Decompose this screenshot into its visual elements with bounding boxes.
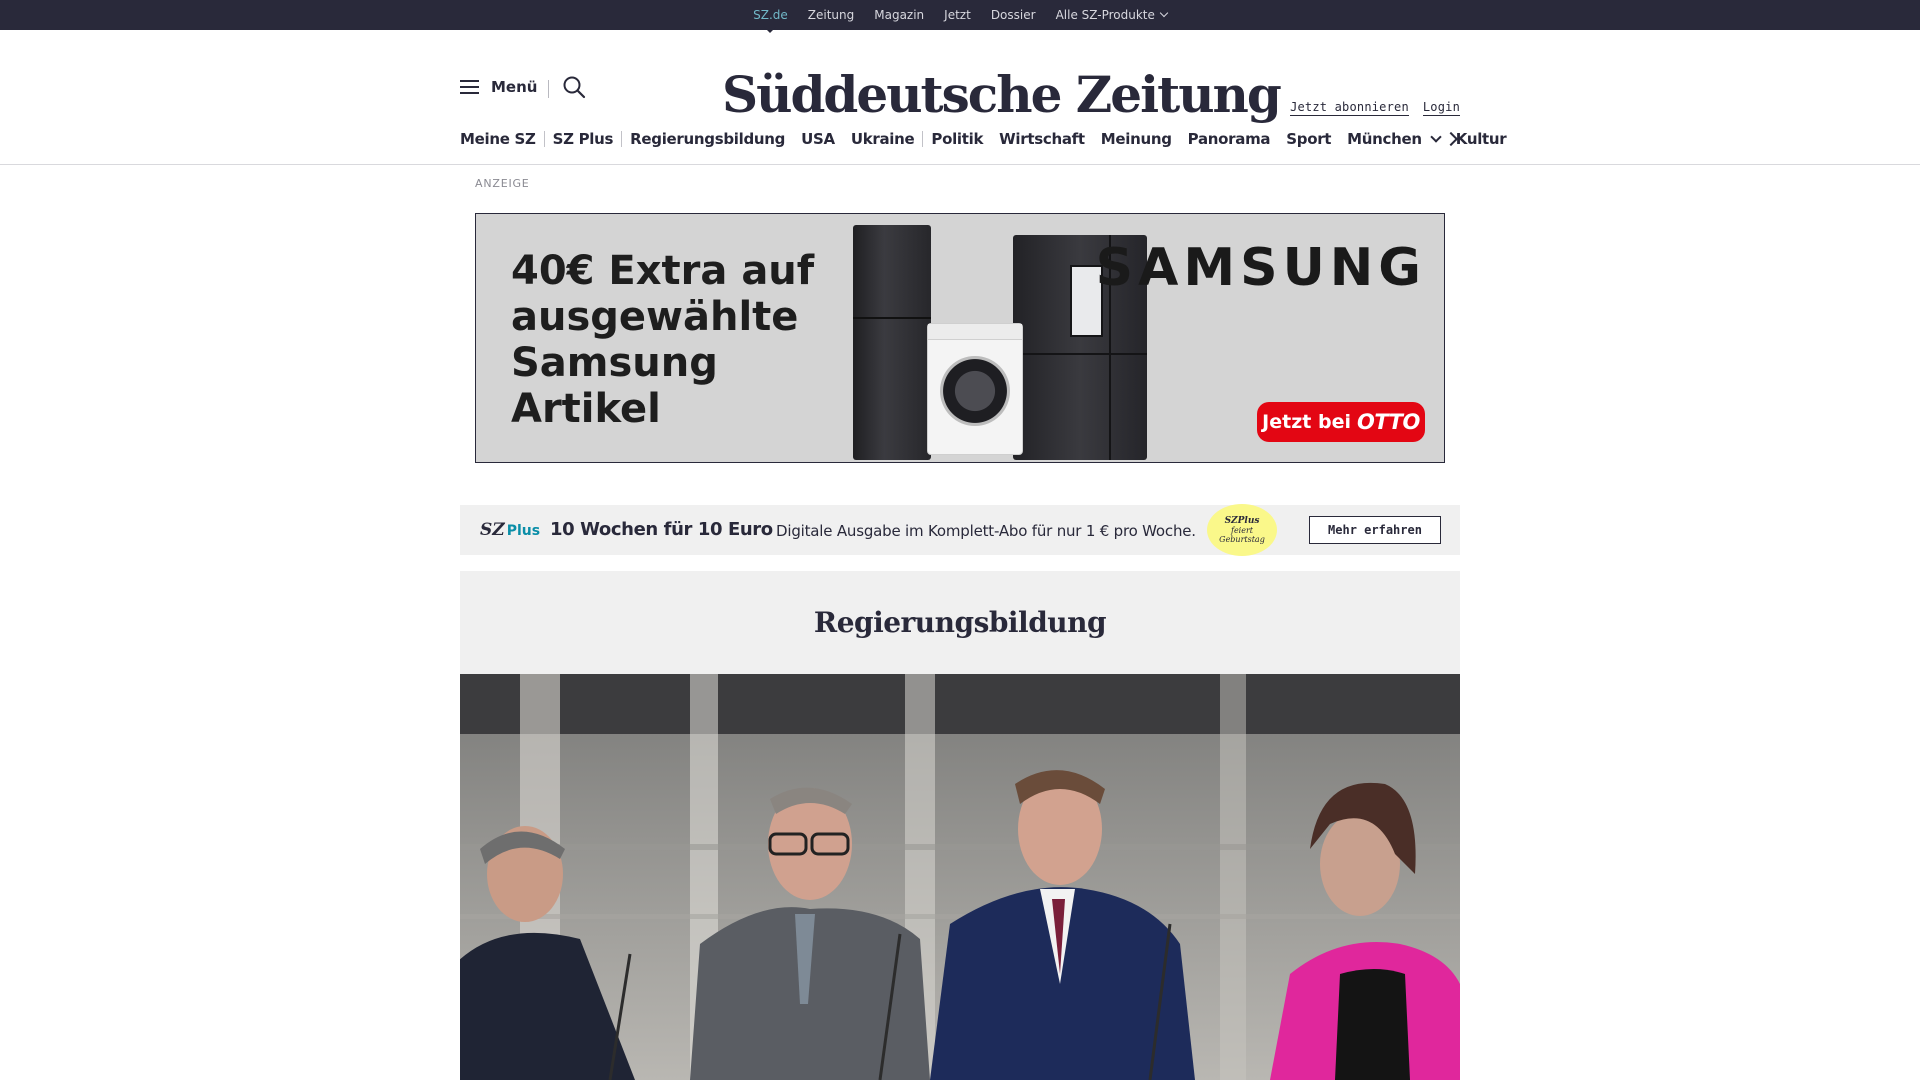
nav-item-wirtschaft[interactable]: Wirtschaft <box>991 130 1093 148</box>
chevron-down-icon <box>1430 130 1442 143</box>
section-title[interactable]: Regierungsbildung <box>814 606 1107 639</box>
sz-plus-logo-plus: Plus <box>506 523 541 539</box>
main-nav-container: Meine SZ SZ Plus Regierungsbildung USA U… <box>460 0 1507 160</box>
sz-plus-promo-bar: SZ Plus 10 Wochen für 10 Euro Digitale Au… <box>460 504 1460 556</box>
washing-machine-image <box>928 324 1022 454</box>
sz-plus-logo: SZ Plus <box>480 520 540 540</box>
nav-item-ukraine[interactable]: Ukraine <box>843 130 923 148</box>
hero-photo <box>460 674 1460 1080</box>
section-header: Regierungsbildung <box>460 571 1460 674</box>
sz-plus-logo-sz: SZ <box>480 520 505 540</box>
nav-item-panorama[interactable]: Panorama <box>1180 130 1279 148</box>
nav-item-sport[interactable]: Sport <box>1278 130 1339 148</box>
nav-item-usa[interactable]: USA <box>793 130 843 148</box>
main-nav: Meine SZ SZ Plus Regierungsbildung USA U… <box>460 128 1514 150</box>
nav-item-meinung[interactable]: Meinung <box>1093 130 1180 148</box>
badge-line: SZPlus <box>1224 515 1260 526</box>
nav-item-muenchen-label: München <box>1347 130 1422 148</box>
badge-line: Geburtstag <box>1219 534 1265 544</box>
badge-line: feiert <box>1230 525 1254 535</box>
ad-brand-logo: SAMSUNG <box>1095 238 1426 298</box>
nav-item-politik[interactable]: Politik <box>923 130 991 148</box>
samsung-ad-banner[interactable]: 40€ Extra auf ausgewählte Samsung Artike… <box>475 213 1445 463</box>
hero-image[interactable] <box>460 674 1460 1080</box>
nav-item-regierungsbildung[interactable]: Regierungsbildung <box>622 130 793 148</box>
ad-cta-prefix: Jetzt bei <box>1262 411 1351 433</box>
nav-item-muenchen[interactable]: München <box>1339 130 1448 148</box>
more-info-button[interactable]: Mehr erfahren <box>1309 516 1441 544</box>
fridge-image <box>853 225 931 460</box>
ad-cta-button[interactable]: Jetzt bei OTTO <box>1257 402 1425 442</box>
nav-item-meine-sz[interactable]: Meine SZ <box>460 130 544 148</box>
nav-item-sz-plus[interactable]: SZ Plus <box>545 130 622 148</box>
promo-title: 10 Wochen für 10 Euro <box>550 519 773 540</box>
promo-description: Digitale Ausgabe im Komplett-Abo für nur… <box>776 522 1196 540</box>
anniversary-badge: SZPlus feiert Geburtstag <box>1207 504 1277 556</box>
ad-headline: 40€ Extra auf ausgewählte Samsung Artike… <box>511 248 815 432</box>
nav-scroll-right-icon[interactable] <box>1444 131 1460 147</box>
ad-label: ANZEIGE <box>475 177 530 190</box>
otto-logo: OTTO <box>1356 410 1420 434</box>
